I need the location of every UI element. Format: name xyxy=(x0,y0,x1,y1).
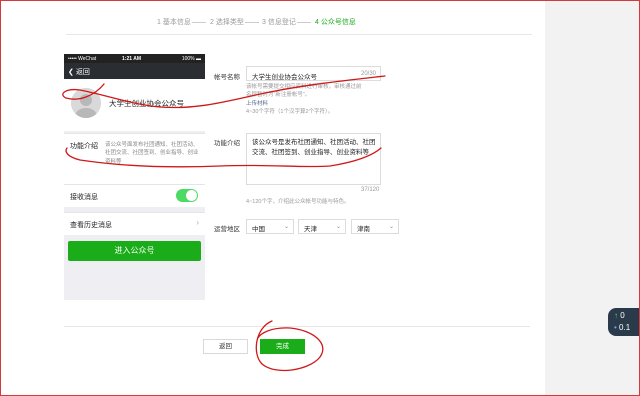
phone-preview: ••••• WeChat 1:21 AM 100% ▬ ❮ 返回 大学生创业协会… xyxy=(64,54,205,300)
region-province-select[interactable]: 天津 ⌄ xyxy=(298,219,346,234)
upload-speed: 0 xyxy=(620,311,625,320)
account-name-hint-line: 该帐号需要提交相应资料进行审核，审核通过前 xyxy=(246,84,362,90)
chevron-right-icon: › xyxy=(196,218,199,227)
phone-nav-bar: ❮ 返回 xyxy=(64,63,205,79)
done-button[interactable]: 完成 xyxy=(260,339,305,354)
step-separator xyxy=(192,22,206,23)
chevron-left-icon: ❮ xyxy=(68,69,74,76)
footer-divider xyxy=(64,326,530,327)
receive-messages-label: 接收消息 xyxy=(70,194,98,201)
upload-arrow-icon: ↑ xyxy=(614,311,618,320)
carrier-label: ••••• WeChat xyxy=(68,55,97,62)
step-2: 2 选择类型 xyxy=(210,19,244,26)
receive-messages-toggle xyxy=(176,189,198,202)
region-city-select[interactable]: 津南 ⌄ xyxy=(351,219,399,234)
intro-label: 功能介绍 xyxy=(214,140,240,147)
download-speed: 0.1 xyxy=(619,323,631,332)
chevron-down-icon: ⌄ xyxy=(283,224,289,230)
region-country-select[interactable]: 中国 ⌄ xyxy=(246,219,294,234)
avatar-placeholder-icon xyxy=(71,88,101,118)
status-time: 1:21 AM xyxy=(122,55,141,62)
receive-messages-row: 接收消息 xyxy=(64,184,205,207)
chevron-down-icon: ⌄ xyxy=(335,224,341,230)
step-4-active: 4 公众号信息 xyxy=(315,19,356,26)
step-separator xyxy=(297,22,311,23)
region-city-value: 津南 xyxy=(357,226,370,233)
region-country-value: 中国 xyxy=(252,226,265,233)
intro-textarea[interactable]: 该公众号是发布社团通知、社团活动、社团交流、社团签到、创业指导、创业资料等 xyxy=(246,133,381,185)
step-indicator: 1 基本信息 2 选择类型 3 信息登记 4 公众号信息 xyxy=(0,14,545,30)
region-label: 运营地区 xyxy=(214,226,240,233)
phone-back-button: ❮ 返回 xyxy=(68,67,90,77)
account-name-input[interactable]: 大学生创业协会公众号 20/30 xyxy=(246,66,381,81)
account-name-value: 大学生创业协会公众号 xyxy=(252,74,317,81)
back-button[interactable]: 返回 xyxy=(203,339,248,354)
step-1: 1 基本信息 xyxy=(157,19,191,26)
upload-materials-link[interactable]: 上传材料 xyxy=(246,100,362,108)
network-speed-widget[interactable]: ↑ 0 • 0.1 xyxy=(608,308,640,336)
account-name-length-hint: 4~30个字符（1个汉字算2个字符）。 xyxy=(246,108,334,115)
account-profile: 大学生创业协会公众号 xyxy=(64,79,205,131)
account-name-label: 帐号名称 xyxy=(214,74,240,81)
region-province-value: 天津 xyxy=(304,226,317,233)
history-messages-label: 查看历史消息 xyxy=(70,222,112,229)
step-separator xyxy=(245,22,259,23)
step-3: 3 信息登记 xyxy=(262,19,296,26)
intro-preview-label: 功能介绍 xyxy=(70,143,98,150)
intro-preview-block: 功能介绍 该公众号面发布社团通知、社团活动、社团交流、社团签到、创业指导、创业资… xyxy=(64,133,205,186)
right-gray-panel xyxy=(545,0,640,396)
account-name-preview: 大学生创业协会公众号 xyxy=(109,99,184,108)
account-name-counter: 20/30 xyxy=(360,71,376,77)
phone-status-bar: ••••• WeChat 1:21 AM 100% ▬ xyxy=(64,54,205,63)
battery-indicator: 100% ▬ xyxy=(181,55,201,62)
phone-back-label: 返回 xyxy=(75,69,90,76)
intro-value: 该公众号是发布社团通知、社团活动、社团交流、社团签到、创业指导、创业资料等 xyxy=(252,139,376,157)
intro-hint: 4~120个字，介绍此公众帐号功能与特色。 xyxy=(246,199,350,205)
download-arrow-icon: • xyxy=(614,323,617,332)
steps-divider xyxy=(66,34,532,35)
account-name-hint: 该帐号需要提交相应资料进行审核，审核通过前 名称暂时为“新注册帐号”。 上传材料… xyxy=(246,83,362,116)
enter-account-button: 进入公众号 xyxy=(68,241,201,261)
intro-counter: 37/120 xyxy=(361,187,380,193)
account-name-hint-line: 名称暂时为“新注册帐号”。 xyxy=(246,92,311,99)
intro-preview-text: 该公众号面发布社团通知、社团活动、社团交流、社团签到、创业指导、创业资料等 xyxy=(105,142,199,165)
chevron-down-icon: ⌄ xyxy=(388,224,394,230)
history-messages-row: 查看历史消息 › xyxy=(64,212,205,235)
